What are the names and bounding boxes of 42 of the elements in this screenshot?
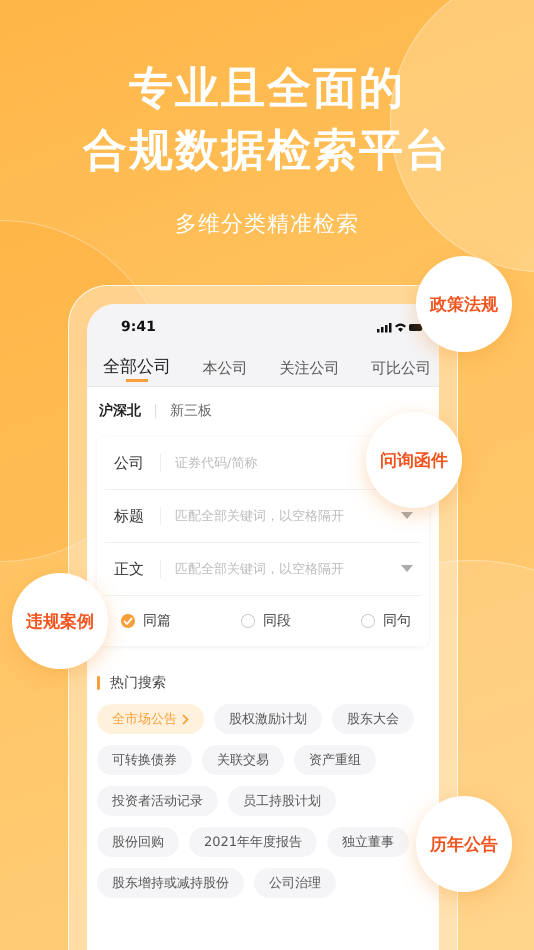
search-tag[interactable]: 股权激励计划 [214, 704, 322, 734]
search-tag[interactable]: 独立董事 [327, 827, 410, 857]
field-label: 公司 [105, 454, 161, 472]
subtitle: 多维分类精准检索 [175, 211, 359, 239]
field-label: 标题 [105, 507, 161, 525]
category-bubble: 违规案例 [12, 573, 108, 669]
input-field[interactable]: 匹配全部关键词，以空格隔开 [175, 508, 352, 524]
input-field[interactable]: 证券代码/简称 [175, 456, 271, 470]
search-tag[interactable]: 股东大会 [332, 704, 414, 734]
search-tag[interactable]: 股份回购 [97, 827, 179, 857]
search-tag[interactable]: 资产重组 [294, 745, 376, 775]
search-tag[interactable]: 2021年年度报告 [189, 827, 318, 857]
radio-button[interactable] [121, 614, 135, 628]
section-title: 热门搜索 [110, 674, 166, 692]
accent-bar [97, 676, 100, 690]
option-label: 同段 [263, 612, 291, 630]
search-tag[interactable]: 关联交易 [202, 745, 284, 775]
headline: 专业且全面的 [129, 62, 405, 116]
status-time: 9:41 [121, 319, 156, 335]
company-tab[interactable]: 关注公司 [277, 350, 342, 386]
market-tab[interactable]: 新三板 [170, 402, 212, 420]
company-tab[interactable]: 本公司 [200, 350, 250, 386]
dropdown-icon[interactable] [401, 565, 413, 573]
headline: 合规数据检索平台 [83, 124, 451, 178]
search-tag[interactable]: 公司治理 [254, 868, 336, 898]
field-label: 正文 [105, 560, 161, 578]
dropdown-icon[interactable] [401, 512, 413, 520]
option-label: 同篇 [143, 612, 171, 630]
category-bubble: 政策法规 [416, 256, 512, 352]
chevron-icon [182, 714, 189, 724]
market-tab[interactable]: 沪深北 [99, 402, 141, 420]
option-label: 同句 [383, 612, 411, 630]
search-tag[interactable]: 投资者活动记录 [97, 786, 218, 816]
radio-button[interactable] [241, 614, 255, 628]
category-bubble: 历年公告 [416, 796, 512, 892]
search-tag[interactable]: 股东增持或减持股份 [97, 868, 244, 898]
radio-button[interactable] [361, 614, 375, 628]
status-icons [377, 322, 425, 332]
search-tag[interactable]: 可转换债券 [97, 745, 192, 775]
search-tag[interactable]: 员工持股计划 [228, 786, 336, 816]
input-field[interactable]: 匹配全部关键词，以空格隔开 [175, 562, 352, 576]
company-tab[interactable]: 可比公司 [368, 350, 433, 386]
